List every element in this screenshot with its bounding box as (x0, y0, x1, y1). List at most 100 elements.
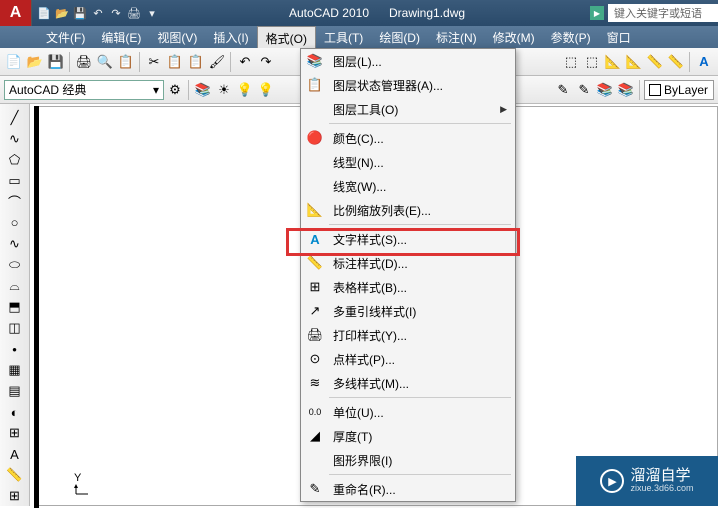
submenu-arrow-icon: ▶ (500, 104, 507, 115)
tool-icon[interactable]: 📐 (624, 52, 644, 72)
menu-dim-style[interactable]: 📏 标注样式(D)... (301, 251, 515, 275)
workspace-combo[interactable]: AutoCAD 经典 ▾ (4, 80, 164, 100)
cut-icon[interactable]: ✂ (144, 52, 164, 72)
tool-icon[interactable]: 📏 (666, 52, 686, 72)
app-logo[interactable]: A (0, 0, 32, 26)
menu-color[interactable]: 🔴 颜色(C)... (301, 126, 515, 150)
menu-modify[interactable]: 修改(M) (485, 26, 543, 48)
text-style-icon[interactable]: A (694, 52, 714, 72)
save-icon[interactable]: 💾 (72, 5, 88, 21)
thickness-icon: ◢ (310, 428, 320, 444)
open-icon[interactable]: 📂 (25, 52, 45, 72)
spline-icon[interactable]: ∿ (4, 234, 26, 253)
play-icon[interactable]: ▶ (590, 6, 604, 20)
line-icon[interactable]: ╱ (4, 108, 26, 127)
copy-icon[interactable]: 📋 (165, 52, 185, 72)
watermark-title: 溜溜自学 (630, 468, 693, 485)
menu-layer-state[interactable]: 📋 图层状态管理器(A)... (301, 73, 515, 97)
menu-insert[interactable]: 插入(I) (205, 26, 256, 48)
color-icon: 🔴 (307, 130, 323, 146)
save-icon[interactable]: 💾 (46, 52, 66, 72)
circle-icon[interactable]: ○ (4, 213, 26, 232)
print-icon: 🖨 (307, 327, 324, 343)
match-icon[interactable]: 🖌 (207, 52, 227, 72)
menu-linetype[interactable]: 线型(N)... (301, 150, 515, 174)
undo-icon[interactable]: ↶ (90, 5, 106, 21)
menu-limits[interactable]: 图形界限(I) (301, 448, 515, 472)
table-style-icon: ⊞ (310, 279, 321, 295)
tool-icon[interactable]: ✎ (574, 80, 594, 100)
tool-icon[interactable]: 📏 (645, 52, 665, 72)
menu-text-style[interactable]: A 文字样式(S)... (301, 227, 515, 251)
scale-icon: 📐 (307, 202, 323, 218)
ucs-icon: Y (74, 472, 94, 496)
menu-dimension[interactable]: 标注(N) (428, 26, 485, 48)
menu-table-style[interactable]: ⊞ 表格样式(B)... (301, 275, 515, 299)
search-input[interactable]: 键入关键字或短语 (608, 4, 718, 22)
menu-tools[interactable]: 工具(T) (316, 26, 371, 48)
arc-icon[interactable]: ⌒ (4, 192, 26, 211)
paste-icon[interactable]: 📋 (186, 52, 206, 72)
menu-lineweight[interactable]: 线宽(W)... (301, 174, 515, 198)
title-bar: A 📄 📂 💾 ↶ ↷ 🖨 ▾ AutoCAD 2010 Drawing1.dw… (0, 0, 718, 26)
menu-format[interactable]: 格式(O) (257, 26, 316, 48)
rectangle-icon[interactable]: ▭ (4, 171, 26, 190)
title-text: AutoCAD 2010 Drawing1.dwg (164, 6, 590, 20)
ruler-icon[interactable]: 📏 (4, 466, 26, 485)
draw-toolbar: ╱ ∿ ⬠ ▭ ⌒ ○ ∿ ⬭ ⌓ ⬒ ◫ • ▦ ▤ ◐ ⊞ A 📏 ⊞ (0, 104, 30, 506)
menu-rename[interactable]: ✎ 重命名(R)... (301, 477, 515, 501)
ellipse-arc-icon[interactable]: ⌓ (4, 276, 26, 295)
redo-icon[interactable]: ↷ (256, 52, 276, 72)
menu-edit[interactable]: 编辑(E) (93, 26, 149, 48)
new-icon[interactable]: 📄 (36, 5, 52, 21)
chevron-down-icon: ▾ (153, 83, 159, 97)
polyline-icon[interactable]: ∿ (4, 129, 26, 148)
bulb-icon[interactable]: 💡 (256, 80, 276, 100)
layers-icon[interactable]: 📚 (616, 80, 636, 100)
menu-plot-style[interactable]: 🖨 打印样式(Y)... (301, 323, 515, 347)
gradient-icon[interactable]: ▤ (4, 382, 26, 401)
tool-icon[interactable]: ⬚ (582, 52, 602, 72)
open-icon[interactable]: 📂 (54, 5, 70, 21)
menu-window[interactable]: 窗口 (599, 26, 639, 48)
block-icon[interactable]: ◫ (4, 318, 26, 337)
region-icon[interactable]: ◐ (4, 403, 26, 422)
tool-icon[interactable]: ✎ (553, 80, 573, 100)
menu-units[interactable]: 0.0 单位(U)... (301, 400, 515, 424)
layers-icon[interactable]: 📚 (595, 80, 615, 100)
ellipse-icon[interactable]: ⬭ (4, 255, 26, 274)
menu-file[interactable]: 文件(F) (38, 26, 93, 48)
point-icon[interactable]: • (4, 340, 26, 359)
undo-icon[interactable]: ↶ (235, 52, 255, 72)
tool-icon[interactable]: 📐 (603, 52, 623, 72)
menu-parametric[interactable]: 参数(P) (543, 26, 599, 48)
grid-icon[interactable]: ⊞ (4, 487, 26, 506)
chevron-down-icon[interactable]: ▾ (144, 5, 160, 21)
menu-layer-tools[interactable]: 图层工具(O) ▶ (301, 97, 515, 121)
new-icon[interactable]: 📄 (4, 52, 24, 72)
print-icon[interactable]: 🖨 (126, 5, 142, 21)
text-icon[interactable]: A (4, 445, 26, 464)
menu-scale-list[interactable]: 📐 比例缩放列表(E)... (301, 198, 515, 222)
tool-icon[interactable]: ⬚ (561, 52, 581, 72)
sun-icon[interactable]: ☀ (214, 80, 234, 100)
menu-view[interactable]: 视图(V) (149, 26, 205, 48)
menu-layer[interactable]: 📚 图层(L)... (301, 49, 515, 73)
menu-mline-style[interactable]: ≋ 多线样式(M)... (301, 371, 515, 395)
gear-icon[interactable]: ⚙ (165, 80, 185, 100)
bulb-icon[interactable]: 💡 (235, 80, 255, 100)
menu-leader-style[interactable]: ↗ 多重引线样式(I) (301, 299, 515, 323)
layer-icon[interactable]: 📚 (193, 80, 213, 100)
color-combo[interactable]: ByLayer (644, 80, 714, 100)
redo-icon[interactable]: ↷ (108, 5, 124, 21)
table-icon[interactable]: ⊞ (4, 424, 26, 443)
menu-draw[interactable]: 绘图(D) (371, 26, 428, 48)
publish-icon[interactable]: 📋 (116, 52, 136, 72)
insert-icon[interactable]: ⬒ (4, 297, 26, 316)
print-icon[interactable]: 🖨 (74, 52, 94, 72)
menu-thickness[interactable]: ◢ 厚度(T) (301, 424, 515, 448)
menu-point-style[interactable]: ⊙ 点样式(P)... (301, 347, 515, 371)
preview-icon[interactable]: 🔍 (95, 52, 115, 72)
polygon-icon[interactable]: ⬠ (4, 150, 26, 169)
hatch-icon[interactable]: ▦ (4, 361, 26, 380)
